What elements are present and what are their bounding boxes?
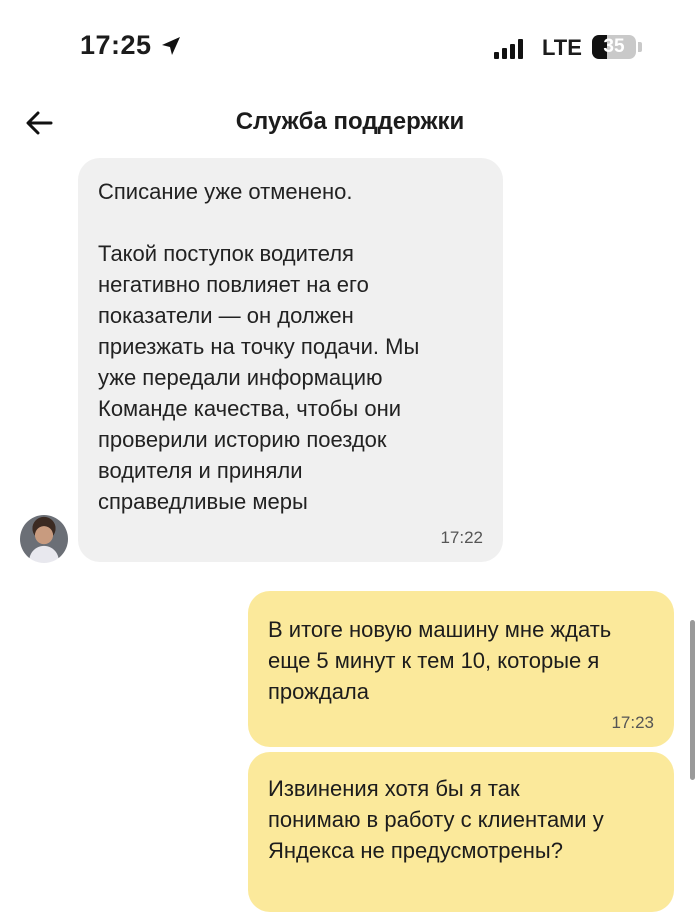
message-bubble-outgoing: В итоге новую машину мне ждать еще 5 мин…: [248, 591, 674, 747]
message-text: Списание уже отменено. Такой поступок во…: [98, 179, 420, 514]
battery-icon: 35: [592, 35, 636, 59]
message-text: В итоге новую машину мне ждать еще 5 мин…: [268, 617, 612, 704]
status-time: 17:25: [80, 30, 152, 60]
message-text: Извинения хотя бы я так понимаю в работу…: [268, 776, 604, 863]
network-type: LTE: [542, 35, 582, 60]
page-title: Служба поддержки: [235, 108, 465, 135]
message-bubble-incoming: Списание уже отменено. Такой поступок во…: [78, 158, 503, 562]
location-arrow-icon: [162, 37, 180, 55]
battery-level: 35: [603, 36, 625, 57]
signal-icon: [494, 37, 523, 59]
message-bubble-outgoing: Извинения хотя бы я так понимаю в работу…: [248, 752, 674, 912]
battery-nub: [638, 42, 642, 52]
message-time: 17:22: [440, 528, 483, 547]
scrollbar[interactable]: [690, 620, 695, 780]
message-time: 17:23: [611, 713, 654, 732]
support-agent-avatar: [20, 515, 68, 563]
